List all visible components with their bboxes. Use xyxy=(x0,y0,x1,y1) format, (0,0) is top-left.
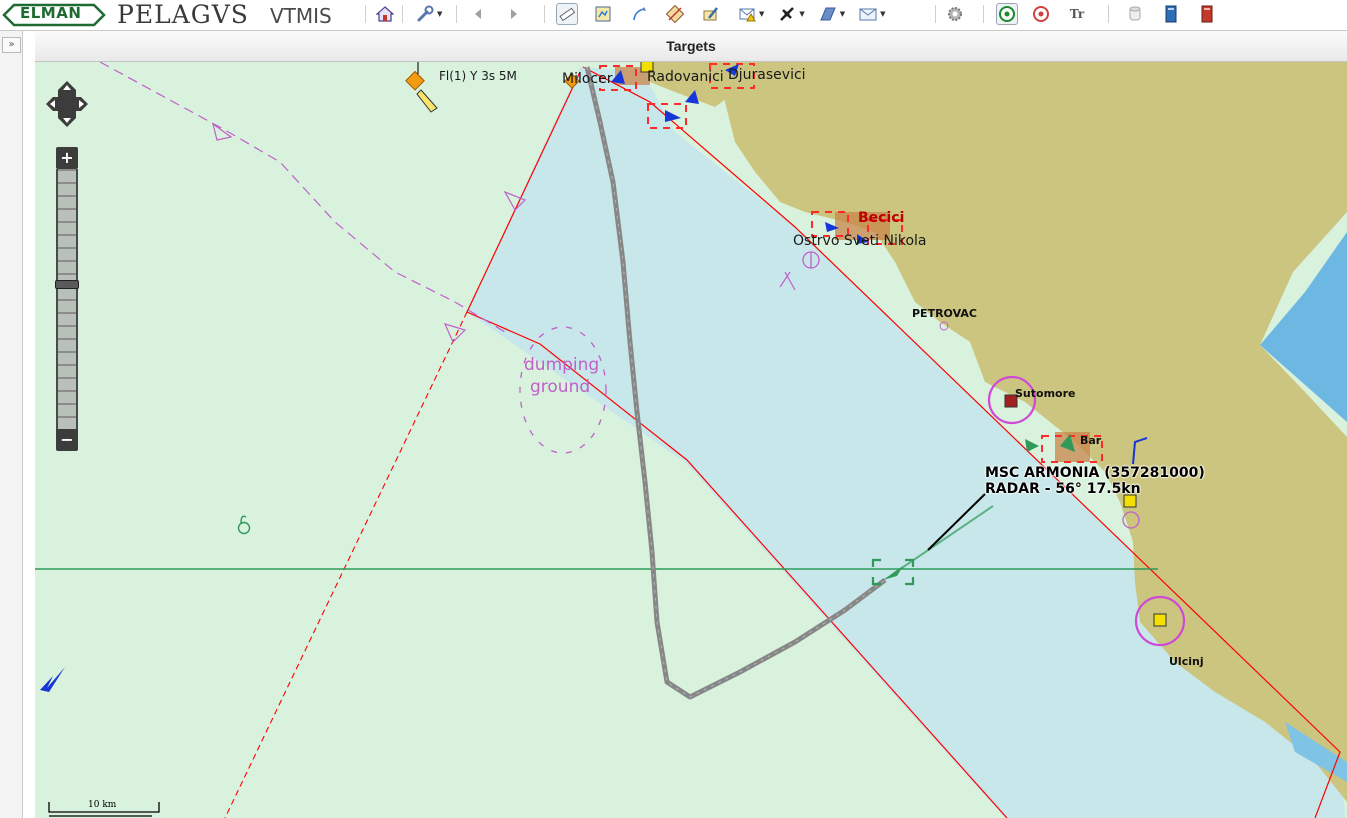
text-tool-button[interactable]: Tr xyxy=(1066,3,1088,25)
envelope-icon xyxy=(859,8,877,21)
target-info-label[interactable]: MSC ARMONIA (357281000) RADAR - 56° 17.5… xyxy=(985,465,1205,497)
target-status: RADAR - 56° 17.5kn xyxy=(985,481,1141,497)
radar-green-icon xyxy=(999,6,1015,22)
pelagvs-logo: PELAGVS xyxy=(117,0,249,29)
place-label-sutomore: Sutomore xyxy=(1015,387,1076,400)
vessel-arrow-offshore[interactable] xyxy=(40,667,65,692)
toolbar-separator xyxy=(402,5,403,23)
map-info-icon xyxy=(595,6,611,22)
scale-bar: 10 km xyxy=(48,800,160,818)
gear-icon xyxy=(948,7,962,21)
mooring-symbol xyxy=(237,515,251,535)
dropdown-arrow-icon[interactable]: ▼ xyxy=(437,10,442,18)
toolbar-separator xyxy=(935,5,936,23)
elman-logo: ELMAN xyxy=(2,2,106,27)
main-toolbar: ELMAN PELAGVS VTMIS ▼ ▼ ▼ ▼ ▼ Tr xyxy=(0,0,1347,31)
home-button[interactable] xyxy=(374,3,396,25)
expand-sidebar-button[interactable]: » xyxy=(2,37,21,53)
red-book-icon xyxy=(1201,5,1213,23)
dropdown-arrow-icon[interactable]: ▼ xyxy=(799,10,804,18)
forward-button[interactable] xyxy=(503,3,525,25)
toolbar-separator xyxy=(544,5,545,23)
toolbar-separator xyxy=(365,5,366,23)
toolbar-separator xyxy=(983,5,984,23)
blue-book-icon xyxy=(1165,5,1177,23)
pan-control[interactable] xyxy=(44,79,90,129)
place-label-ulcinj: Ulcinj xyxy=(1169,655,1204,668)
chart-canvas[interactable] xyxy=(35,62,1347,818)
report-button[interactable] xyxy=(1196,3,1218,25)
dropdown-arrow-icon[interactable]: ▼ xyxy=(759,10,764,18)
vessel-menu-button[interactable] xyxy=(776,3,798,25)
alert-envelope-icon xyxy=(739,8,756,22)
place-label-bar: Bar xyxy=(1080,434,1102,447)
lighthouse-icon[interactable] xyxy=(405,62,438,113)
zoom-out-button[interactable]: − xyxy=(56,429,78,451)
home-icon xyxy=(376,6,394,22)
layers-icon xyxy=(666,5,684,23)
dumping-ground-label-line1: dumping xyxy=(524,355,600,375)
place-label-djurasevici: Djurasevici xyxy=(728,67,806,83)
tools-menu-button[interactable] xyxy=(414,3,436,25)
collapsed-sidebar: » xyxy=(0,31,23,818)
ruler-icon xyxy=(559,7,576,22)
edit-button[interactable] xyxy=(700,3,722,25)
scale-bar-graphic xyxy=(48,802,160,817)
nautical-chart-map[interactable]: Fl(1) Y 3s 5M Milocer Radovanici Djurase… xyxy=(35,62,1347,818)
zoom-in-button[interactable]: + xyxy=(56,147,78,169)
radar-off-button[interactable] xyxy=(1030,3,1052,25)
zoom-control: + − xyxy=(55,147,79,453)
zoom-slider-track[interactable] xyxy=(56,169,78,431)
alerts-menu-button[interactable] xyxy=(736,3,758,25)
pan-control-icon xyxy=(46,81,88,127)
target-name: MSC ARMONIA (357281000) xyxy=(985,465,1205,481)
boundary-dashed-line xyxy=(224,311,468,818)
zoom-slider-handle[interactable] xyxy=(55,280,79,289)
panel-title: Targets xyxy=(666,38,716,54)
cable-route-line xyxy=(99,62,506,333)
dumping-ground-label: dumping ground xyxy=(524,354,599,398)
pencil-icon xyxy=(703,7,718,21)
place-label-becici: Becici xyxy=(858,210,905,226)
back-button[interactable] xyxy=(467,3,489,25)
messages-menu-button[interactable] xyxy=(857,3,879,25)
targets-panel-header: Targets xyxy=(35,31,1347,62)
database-icon xyxy=(1129,6,1141,21)
radar-red-icon xyxy=(1033,6,1049,22)
logbook-button[interactable] xyxy=(1160,3,1182,25)
area-icon xyxy=(820,7,836,21)
place-label-ostrvo: Ostrvo Sveti Nikola xyxy=(793,233,927,249)
place-label-petrovac: PETROVAC xyxy=(912,307,977,320)
text-tool-label: Tr xyxy=(1069,7,1085,21)
database-button[interactable] xyxy=(1124,3,1146,25)
toolbar-separator xyxy=(456,5,457,23)
radar-on-button[interactable] xyxy=(996,3,1018,25)
measure-tool-button[interactable] xyxy=(556,3,578,25)
dropdown-arrow-icon[interactable]: ▼ xyxy=(840,10,845,18)
vtmis-logo: VTMIS xyxy=(270,4,332,28)
toolbar-separator xyxy=(1108,5,1109,23)
settings-button[interactable] xyxy=(944,3,966,25)
place-label-radovanici: Radovanici xyxy=(647,69,724,85)
dumping-ground-label-line2: ground xyxy=(530,377,591,397)
port-marker[interactable] xyxy=(1153,613,1167,627)
wrench-icon xyxy=(417,5,434,22)
route-icon xyxy=(633,7,646,21)
dropdown-arrow-icon[interactable]: ▼ xyxy=(880,10,885,18)
arrow-right-icon xyxy=(511,9,517,19)
route-button[interactable] xyxy=(628,3,650,25)
layers-button[interactable] xyxy=(664,3,686,25)
panel-gutter xyxy=(23,31,35,818)
chart-info-button[interactable] xyxy=(592,3,614,25)
area-menu-button[interactable] xyxy=(817,3,839,25)
satellite-icon xyxy=(780,7,795,21)
place-label-milocer: Milocer xyxy=(562,71,613,87)
arrow-left-icon xyxy=(475,9,481,19)
light-characteristic-label: Fl(1) Y 3s 5M xyxy=(439,69,517,83)
